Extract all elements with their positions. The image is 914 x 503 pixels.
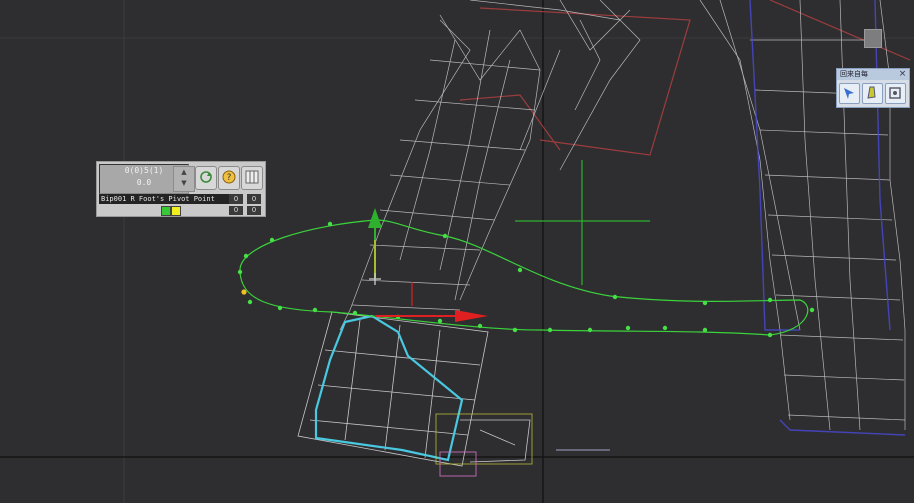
help-icon: ? <box>222 170 236 184</box>
select-button[interactable] <box>839 83 860 104</box>
foot-selection-outline <box>314 314 464 462</box>
svg-text:?: ? <box>227 173 232 183</box>
leg-wireframe <box>339 0 641 331</box>
redo-icon <box>200 171 212 183</box>
select-arrow-icon <box>844 88 854 99</box>
value-d[interactable]: 0 <box>247 206 261 215</box>
key-color-yellow[interactable] <box>171 206 181 216</box>
grid-icon <box>245 170 259 184</box>
frame-spinner[interactable]: ▲ ▼ <box>173 166 195 192</box>
value-a[interactable]: 0 <box>229 194 243 204</box>
foot-tool-button[interactable] <box>862 83 883 104</box>
green-cross-helper <box>515 160 650 285</box>
zoom-extents-icon <box>889 87 901 99</box>
spin-up-icon[interactable]: ▲ <box>174 167 194 178</box>
close-icon[interactable]: × <box>898 69 907 80</box>
right-leg-wireframe <box>699 0 906 431</box>
viewport-corner-icon[interactable] <box>864 29 882 48</box>
key-info-panel: 0(0)5(1) 0.0 ▲ ▼ ? Bip001 R Foot's Pivot… <box>96 161 266 217</box>
key-color-green[interactable] <box>161 206 171 216</box>
3d-viewport[interactable]: 0(0)5(1) 0.0 ▲ ▼ ? Bip001 R Foot's Pivot… <box>0 0 914 503</box>
grid-button[interactable] <box>241 166 263 190</box>
foot-wireframe <box>297 311 531 467</box>
foot-icon <box>867 86 876 99</box>
floating-tool-panel: 回来自每 × <box>836 68 910 108</box>
help-button[interactable]: ? <box>218 166 240 190</box>
zoom-extents-button[interactable] <box>885 83 906 104</box>
redo-button[interactable] <box>195 166 217 190</box>
trajectory-path <box>239 219 809 336</box>
object-name-field[interactable]: Bip001 R Foot's Pivot Point <box>99 194 229 204</box>
move-gizmo <box>368 208 488 322</box>
viewport-scene <box>0 0 914 503</box>
value-c[interactable]: 0 <box>229 206 243 215</box>
value-b[interactable]: 0 <box>247 194 261 204</box>
spin-down-icon[interactable]: ▼ <box>174 178 194 189</box>
trajectory-keys <box>237 217 815 338</box>
